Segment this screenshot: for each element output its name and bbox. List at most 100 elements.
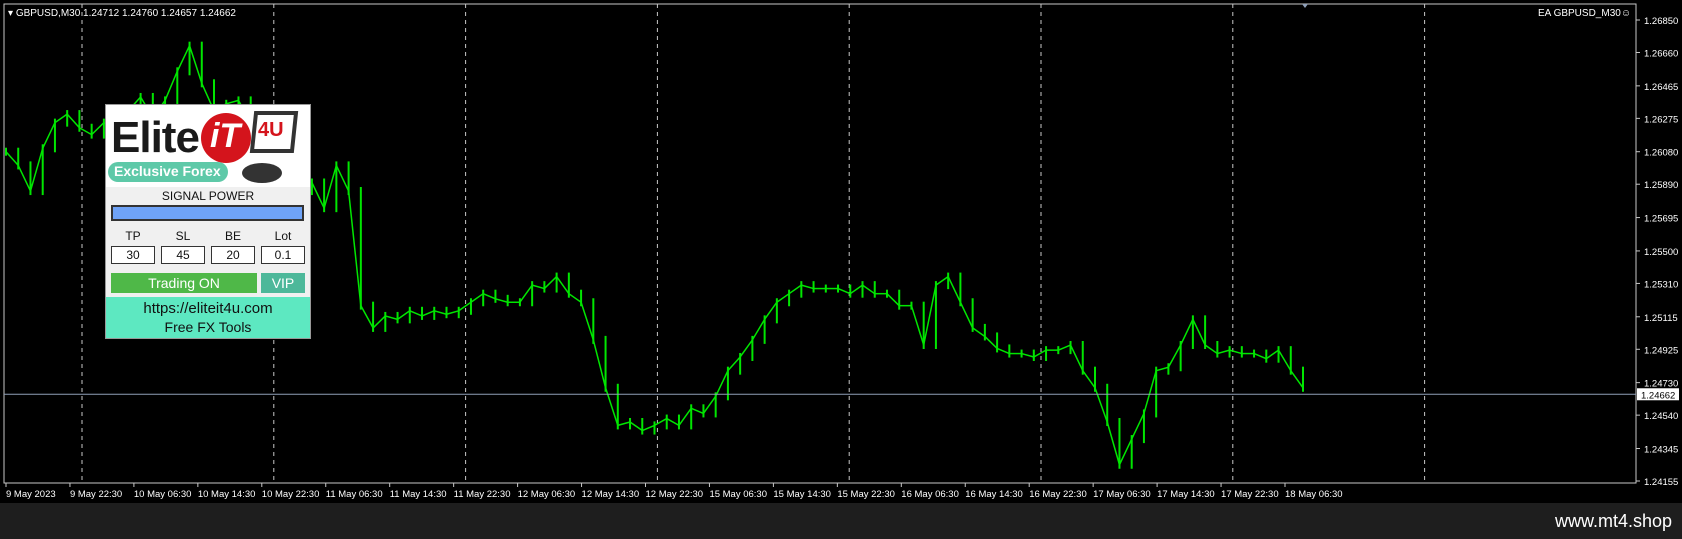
price-tick-label: 1.24730 (1644, 379, 1678, 390)
price-segment (66, 113, 80, 129)
price-segment (580, 302, 595, 341)
time-tick-label: 16 May 22:30 (1029, 489, 1087, 500)
sl-input[interactable]: 45 (161, 246, 205, 264)
price-segment (409, 310, 423, 317)
price-segment (1290, 370, 1304, 389)
price-segment (678, 407, 692, 426)
price-segment (654, 417, 668, 427)
price-tick-label: 1.26660 (1644, 49, 1678, 60)
shift-marker-icon[interactable] (1302, 4, 1308, 8)
price-segment (604, 387, 619, 426)
price-segment (935, 275, 949, 286)
price-segment (323, 165, 338, 209)
time-tick-label: 11 May 06:30 (326, 489, 383, 500)
price-tick-label: 1.26850 (1644, 16, 1678, 27)
price-segment (360, 305, 374, 329)
vip-button[interactable]: VIP (261, 273, 305, 293)
time-tick-label: 11 May 14:30 (390, 489, 447, 500)
price-segment (531, 284, 545, 290)
logo-it: iT (210, 117, 241, 155)
price-tick-label: 1.25500 (1644, 247, 1678, 258)
disc-icon (242, 163, 282, 183)
price-segment (519, 284, 533, 303)
trading-toggle-button[interactable]: Trading ON (111, 273, 257, 293)
price-segment (1179, 319, 1194, 346)
signal-power-bar (111, 205, 304, 221)
price-tick-label: 1.24155 (1644, 477, 1678, 488)
price-tick-label: 1.24540 (1644, 411, 1678, 422)
price-segment (347, 190, 362, 306)
price-segment (335, 165, 350, 192)
price-segment (1204, 344, 1218, 355)
time-tick-label: 11 May 22:30 (454, 489, 511, 500)
be-input[interactable]: 20 (211, 246, 255, 264)
price-segment (385, 315, 398, 321)
price-chart[interactable]: 1.26850 1.26660 1.26465 1.26275 1.26080 1.258… (0, 0, 1682, 503)
price-segment (1155, 366, 1169, 372)
price-segment (727, 356, 741, 372)
price-segment (458, 301, 472, 312)
price-segment (29, 148, 44, 192)
price-segment (482, 293, 496, 300)
price-segment (543, 276, 558, 290)
price-segment (556, 276, 570, 295)
price-tick-label: 1.26465 (1644, 82, 1678, 93)
lot-input[interactable]: 0.1 (261, 246, 305, 264)
price-tick-label: 1.25695 (1644, 214, 1678, 225)
price-segment (751, 318, 766, 341)
price-segment (42, 122, 56, 149)
price-segment (788, 284, 802, 295)
time-tick-label: 9 May 2023 (6, 489, 56, 500)
time-tick-label: 10 May 06:30 (134, 489, 192, 500)
time-tick-label: 17 May 14:30 (1157, 489, 1215, 500)
triangle-down-icon[interactable]: ▾ (8, 8, 13, 19)
price-segment (397, 310, 411, 320)
price-segment (1118, 438, 1133, 466)
price-segment (311, 182, 325, 209)
price-segment (1106, 421, 1121, 465)
time-tick-label: 15 May 14:30 (773, 489, 831, 500)
price-segment (641, 424, 655, 432)
website-link[interactable]: https://eliteit4u.com (106, 300, 310, 317)
tp-input[interactable]: 30 (111, 246, 155, 264)
price-segment (434, 310, 447, 315)
time-tick-label: 17 May 06:30 (1093, 489, 1151, 500)
time-tick-label: 16 May 06:30 (901, 489, 959, 500)
time-tick-label: 16 May 14:30 (965, 489, 1023, 500)
price-segment (886, 293, 900, 307)
price-segment (617, 421, 631, 427)
price-segment (1143, 370, 1157, 414)
price-segment (372, 315, 386, 329)
price-segment (1265, 349, 1279, 360)
price-segment (837, 287, 851, 295)
time-tick-label: 12 May 22:30 (646, 489, 704, 500)
price-tick-label: 1.26080 (1644, 148, 1678, 159)
price-segment (470, 293, 484, 303)
price-segment (495, 298, 508, 303)
price-segment (910, 305, 925, 346)
price-tick-label: 1.24925 (1644, 345, 1678, 356)
time-tick-label: 12 May 06:30 (518, 489, 576, 500)
symbol-info-text: GBPUSD,M30 1.24712 1.24760 1.24657 1.246… (15, 8, 236, 19)
price-segment (421, 310, 435, 317)
price-segment (79, 127, 93, 136)
elite-panel: Elite iT 4U Exclusive Forex SIGNAL POWER… (105, 104, 311, 339)
time-tick-label: 15 May 06:30 (709, 489, 767, 500)
price-segment (776, 293, 790, 303)
price-segment (1082, 370, 1096, 389)
price-segment (54, 113, 68, 124)
time-axis: 9 May 2023 9 May 22:30 10 May 06:30 10 May … (5, 483, 1343, 500)
free-tools-label: Free FX Tools (164, 319, 252, 335)
price-segment (1229, 349, 1243, 355)
price-segment (1277, 349, 1292, 372)
price-segment (5, 151, 19, 166)
footer-site: www.mt4.shop (1554, 511, 1672, 531)
price-segment (188, 45, 203, 84)
footer-bar: www.mt4.shop (0, 503, 1682, 539)
price-segment (666, 417, 680, 427)
signal-power-title: SIGNAL POWER (161, 189, 255, 203)
price-segment (176, 45, 191, 72)
price-segment (972, 327, 986, 338)
logo-4u: 4U (258, 119, 284, 141)
price-segment (996, 347, 1010, 355)
